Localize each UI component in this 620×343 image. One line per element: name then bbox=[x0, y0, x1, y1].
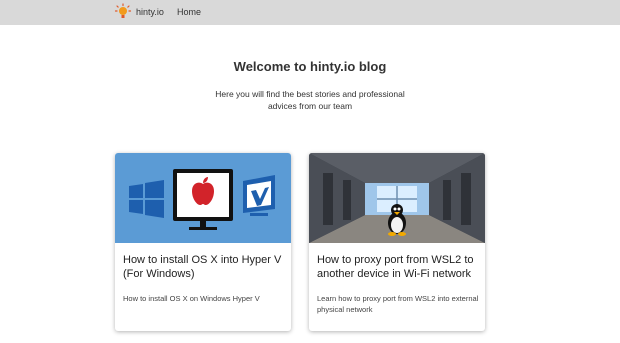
card-title[interactable]: How to install OS X into Hyper V (For Wi… bbox=[123, 253, 285, 281]
windows-apple-hyperv-logos-image bbox=[115, 153, 291, 243]
navbar: hinty.io Home bbox=[0, 0, 620, 25]
card-title[interactable]: How to proxy port from WSL2 to another d… bbox=[317, 253, 479, 281]
card-description: How to install OS X on Windows Hyper V bbox=[123, 294, 260, 303]
hero-subtitle: Here you will find the best stories and … bbox=[215, 89, 405, 111]
card-description: Learn how to proxy port from WSL2 into e… bbox=[317, 294, 479, 314]
hero-title: Welcome to hinty.io blog bbox=[233, 59, 387, 74]
article-card-osx-hyperv[interactable]: How to install OS X into Hyper V (For Wi… bbox=[115, 153, 291, 331]
article-card-wsl2-proxy[interactable]: How to proxy port from WSL2 to another d… bbox=[309, 153, 485, 331]
linux-penguin-corridor-image bbox=[309, 153, 485, 243]
brand-link[interactable]: hinty.io bbox=[114, 3, 164, 21]
lightbulb-logo-icon bbox=[114, 3, 132, 18]
brand-label: hinty.io bbox=[136, 7, 164, 17]
nav-home-link[interactable]: Home bbox=[177, 7, 201, 17]
